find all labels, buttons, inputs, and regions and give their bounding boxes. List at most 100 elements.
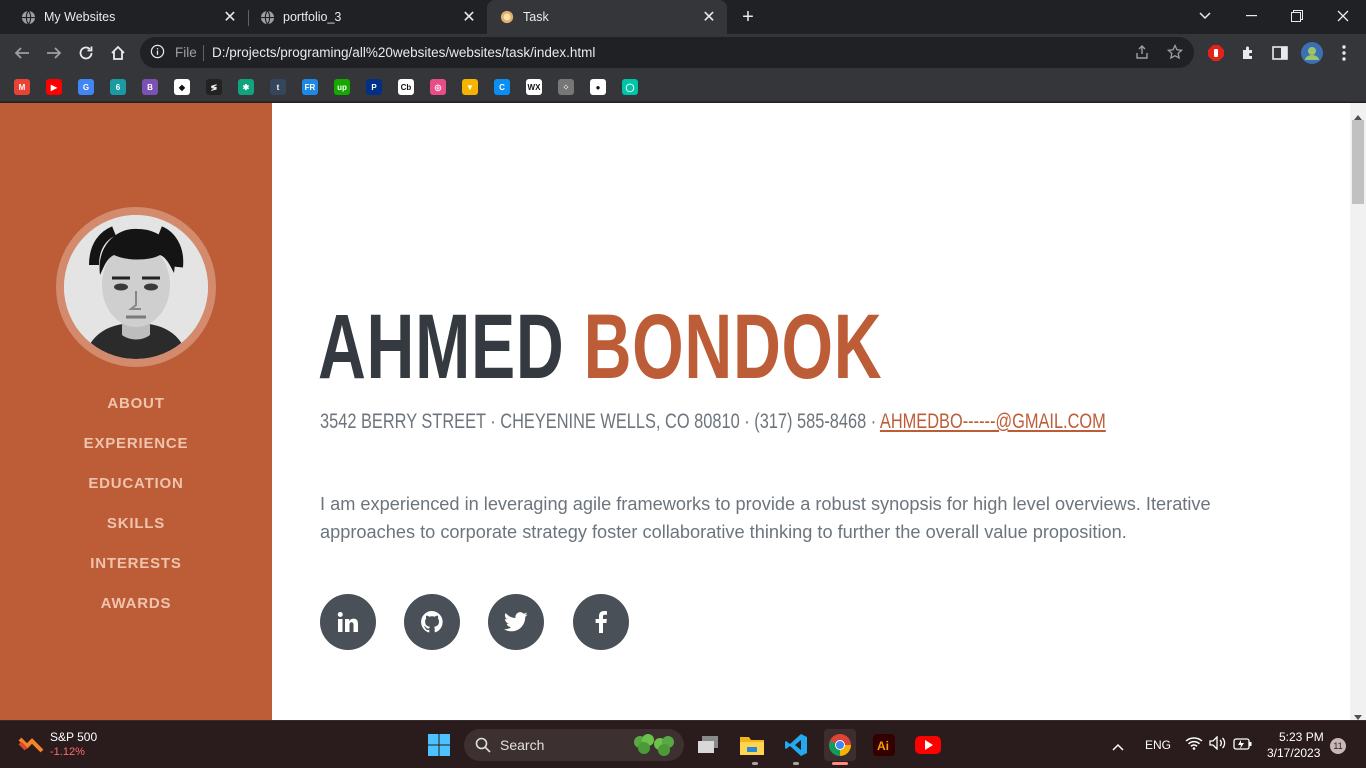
bookmark-shield-icon[interactable]: ▼ <box>462 79 478 95</box>
extensions-icon[interactable] <box>1233 38 1263 68</box>
tab-title: Task <box>523 10 549 24</box>
avatar <box>64 215 208 359</box>
taskbar-search[interactable]: Search <box>464 729 684 761</box>
github-button[interactable] <box>404 594 460 650</box>
paypal-icon[interactable]: P <box>366 79 382 95</box>
new-tab-button[interactable]: + <box>736 5 760 29</box>
info-icon[interactable] <box>150 44 166 60</box>
bio-text: I am experienced in leveraging agile fra… <box>320 494 1211 542</box>
illustrator-icon[interactable]: Ai <box>868 729 900 761</box>
menu-kebab-icon[interactable] <box>1329 38 1359 68</box>
page-title: AHMED BONDOK <box>318 301 882 393</box>
home-button[interactable] <box>103 38 133 68</box>
dribbble-icon[interactable]: ◎ <box>430 79 446 95</box>
youtube-app-icon[interactable] <box>912 729 944 761</box>
battery-icon[interactable] <box>1233 737 1253 755</box>
about-section: AHMED BONDOK 3542 BERRY STREET · CHEYENI… <box>272 103 1350 720</box>
reload-button[interactable] <box>71 38 101 68</box>
omnibox-divider <box>203 45 204 61</box>
bookmark-c-icon[interactable]: C <box>494 79 510 95</box>
minimize-button[interactable] <box>1228 0 1274 32</box>
github-icon[interactable]: ● <box>590 79 606 95</box>
tray-overflow-chevron-icon[interactable] <box>1112 738 1124 756</box>
side-panel-icon[interactable] <box>1265 38 1295 68</box>
nav-label: Skills <box>106 515 166 532</box>
nav-label: Awards <box>100 595 172 612</box>
nav-link-skills[interactable]: Skills <box>0 515 272 532</box>
nav-link-education[interactable]: Education <box>0 475 272 492</box>
wifi-icon[interactable] <box>1185 736 1203 755</box>
nav-label: Interests <box>90 555 182 572</box>
globe-icon <box>20 9 36 25</box>
task-view-icon[interactable] <box>692 729 724 761</box>
stock-widget-change: -1.12% <box>50 746 85 758</box>
gmail-icon[interactable]: M <box>14 79 30 95</box>
clock-date[interactable]: 3/17/2023 <box>1267 746 1320 760</box>
url-text[interactable]: D:/projects/programing/all%20websites/we… <box>212 45 595 60</box>
wix-icon[interactable]: WX <box>526 79 542 95</box>
scroll-down-arrow-icon[interactable] <box>1354 708 1362 720</box>
tab-my-websites[interactable]: My Websites ✕ <box>0 0 248 34</box>
tumblr-icon[interactable]: t <box>270 79 286 95</box>
nav-link-interests[interactable]: Interests <box>0 555 272 572</box>
bookmark-fr-icon[interactable]: FR <box>302 79 318 95</box>
adblock-extension-icon[interactable] <box>1201 38 1231 68</box>
back-arrow-icon <box>14 47 29 59</box>
clock-time[interactable]: 5:23 PM <box>1279 730 1324 744</box>
bookmark-dots-icon[interactable]: ⁘ <box>558 79 574 95</box>
address-bar[interactable]: File D:/projects/programing/all%20websit… <box>140 37 1194 68</box>
active-app-indicator <box>832 762 848 765</box>
share-icon[interactable] <box>1134 44 1150 65</box>
globe-icon <box>259 9 275 25</box>
google-translate-icon[interactable]: G <box>78 79 94 95</box>
crunchbase-icon[interactable]: Cb <box>398 79 414 95</box>
contact-line: 3542 BERRY STREET · CHEYENINE WELLS, CO … <box>320 410 1106 434</box>
tab-search-icon[interactable] <box>1182 0 1228 32</box>
stock-widget-name[interactable]: S&P 500 <box>50 730 97 744</box>
email-link[interactable]: AHMEDBO------@GMAIL.COM <box>880 410 1106 433</box>
bootstrap-icon[interactable]: B <box>142 79 158 95</box>
nav-label: Education <box>88 475 184 492</box>
notification-badge[interactable]: 11 <box>1330 738 1346 754</box>
tab-portfolio-3[interactable]: portfolio_3 ✕ <box>239 0 487 34</box>
codepen-icon[interactable]: ◆ <box>174 79 190 95</box>
chatgpt-icon[interactable]: ✱ <box>238 79 254 95</box>
facebook-button[interactable] <box>573 594 629 650</box>
sidebar: About Experience Education Skills Intere… <box>0 103 272 720</box>
svg-text:Ai: Ai <box>877 739 889 753</box>
back-button[interactable] <box>7 38 37 68</box>
running-indicator <box>752 762 758 765</box>
bookmark-teal-icon[interactable]: 6 <box>110 79 126 95</box>
scrollbar[interactable] <box>1350 103 1366 720</box>
restore-button[interactable] <box>1274 0 1320 32</box>
close-tab-icon[interactable]: ✕ <box>459 7 479 27</box>
close-tab-icon[interactable]: ✕ <box>220 7 240 27</box>
volume-icon[interactable] <box>1209 735 1227 755</box>
twitter-button[interactable] <box>488 594 544 650</box>
profile-portrait-image <box>64 215 208 359</box>
close-window-button[interactable] <box>1320 0 1366 32</box>
vscode-icon[interactable] <box>780 729 812 761</box>
chrome-icon[interactable] <box>824 729 856 761</box>
upwork-icon[interactable]: up <box>334 79 350 95</box>
bookmark-ring-icon[interactable]: ◯ <box>622 79 638 95</box>
nav-link-awards[interactable]: Awards <box>0 595 272 612</box>
linkedin-button[interactable] <box>320 594 376 650</box>
scroll-thumb[interactable] <box>1352 120 1364 204</box>
youtube-icon[interactable]: ▶ <box>46 79 62 95</box>
browser-toolbar: File D:/projects/programing/all%20websit… <box>0 34 1366 72</box>
nav-link-experience[interactable]: Experience <box>0 435 272 452</box>
windows-start-icon[interactable] <box>423 729 455 761</box>
profile-avatar-icon[interactable] <box>1297 38 1327 68</box>
close-tab-icon[interactable]: ✕ <box>699 7 719 27</box>
input-language[interactable]: ENG <box>1145 738 1171 752</box>
bookmark-star-icon[interactable] <box>1166 43 1184 65</box>
nav-link-about[interactable]: About <box>0 395 272 412</box>
bookmark-dark-icon[interactable]: ≶ <box>206 79 222 95</box>
tab-task[interactable]: Task ✕ <box>487 0 727 34</box>
forward-button[interactable] <box>39 38 69 68</box>
file-explorer-icon[interactable] <box>736 729 768 761</box>
facebook-icon <box>595 611 607 633</box>
stock-trend-icon[interactable] <box>18 733 44 758</box>
tab-strip: My Websites ✕ portfolio_3 ✕ Task ✕ + <box>0 0 1366 34</box>
